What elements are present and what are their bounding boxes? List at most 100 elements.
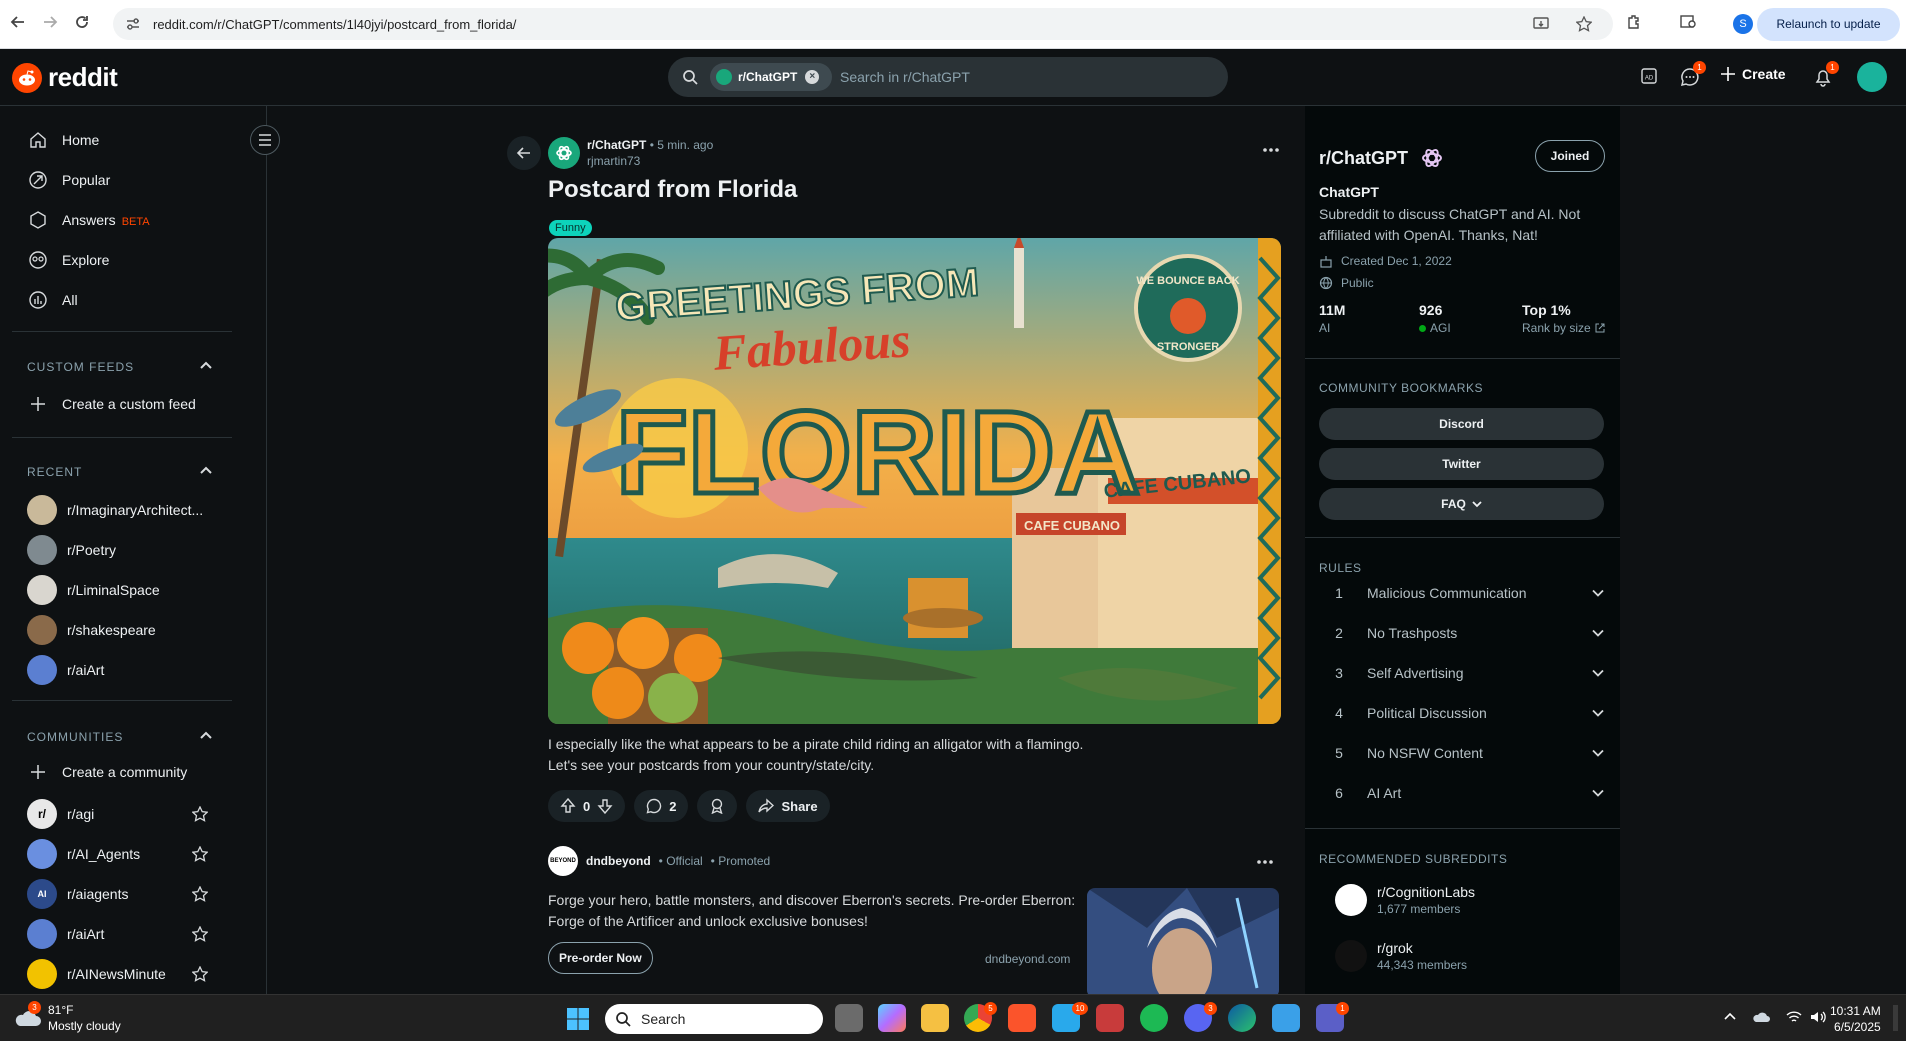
edge-icon[interactable] (1228, 1004, 1256, 1032)
recent-heading[interactable]: RECENT (27, 465, 82, 479)
more-options-icon[interactable] (1257, 860, 1273, 864)
rule-item[interactable]: 6 AI Art (1319, 773, 1604, 813)
preorder-button[interactable]: Pre-order Now (548, 942, 653, 974)
promoted-post-text[interactable]: Forge your hero, battle monsters, and di… (548, 890, 1078, 932)
community-title[interactable]: r/ChatGPT (1319, 148, 1408, 169)
comments-button[interactable]: 2 (634, 790, 689, 822)
show-desktop-button[interactable] (1893, 1005, 1898, 1031)
chevron-up-icon[interactable] (200, 730, 212, 740)
nav-home[interactable]: Home (28, 130, 99, 150)
favorite-star-icon[interactable] (192, 886, 208, 902)
media-app-icon[interactable] (1096, 1004, 1124, 1032)
relaunch-button[interactable]: Relaunch to update (1757, 8, 1900, 41)
file-explorer-icon[interactable] (921, 1004, 949, 1032)
more-options-icon[interactable] (1263, 148, 1279, 152)
recent-item[interactable]: r/ImaginaryArchitect... (27, 495, 203, 525)
search-bar[interactable]: r/ChatGPT × Search in r/ChatGPT (668, 57, 1228, 97)
user-avatar[interactable] (1857, 62, 1887, 92)
nav-popular[interactable]: Popular (28, 170, 110, 190)
share-button[interactable]: Share (746, 790, 830, 822)
recent-item[interactable]: r/LiminalSpace (27, 575, 160, 605)
taskbar-search[interactable]: Search (605, 1004, 823, 1034)
bookmark-discord-button[interactable]: Discord (1319, 408, 1604, 440)
recent-item[interactable]: r/shakespeare (27, 615, 156, 645)
nav-answers[interactable]: Answers BETA (28, 210, 150, 230)
volume-icon[interactable] (1810, 1010, 1826, 1024)
windows-start-icon[interactable] (566, 1007, 590, 1031)
nav-all[interactable]: All (28, 290, 78, 310)
wifi-icon[interactable] (1786, 1010, 1802, 1024)
create-button[interactable]: Create (1720, 66, 1786, 82)
advertiser-name[interactable]: dndbeyond (586, 854, 651, 868)
subreddit-avatar (27, 575, 57, 605)
rule-item[interactable]: 1 Malicious Communication (1319, 573, 1604, 613)
favorite-star-icon[interactable] (192, 966, 208, 982)
rule-item[interactable]: 2 No Trashposts (1319, 613, 1604, 653)
subreddit-avatar[interactable] (548, 137, 580, 169)
rule-item[interactable]: 5 No NSFW Content (1319, 733, 1604, 773)
post-image[interactable]: WE BOUNCE BACK STRONGER GREETINGS FROM F… (548, 238, 1281, 724)
chevron-up-icon[interactable] (1724, 1011, 1736, 1021)
copilot-icon[interactable] (878, 1004, 906, 1032)
rule-item[interactable]: 4 Political Discussion (1319, 693, 1604, 733)
recommended-subreddit[interactable]: r/CognitionLabs 1,677 members (1335, 884, 1475, 916)
advertiser-logo[interactable]: BEYOND (548, 846, 578, 876)
official-label: • Official (658, 854, 703, 868)
recent-item[interactable]: r/aiArt (27, 655, 104, 685)
brave-icon[interactable] (1008, 1004, 1036, 1032)
forward-arrow-icon[interactable] (42, 14, 58, 30)
award-button[interactable] (697, 790, 738, 822)
site-info-icon[interactable] (125, 17, 141, 31)
chevron-up-icon[interactable] (200, 360, 212, 370)
post-flair[interactable]: Funny (549, 220, 592, 236)
chevron-down-icon (1592, 589, 1604, 597)
community-item[interactable]: r/AI_Agents (27, 839, 140, 869)
favorite-star-icon[interactable] (192, 926, 208, 942)
bookmark-faq-button[interactable]: FAQ (1319, 488, 1604, 520)
stat-rank[interactable]: Top 1% Rank by size (1522, 302, 1605, 335)
tab-search-icon[interactable] (1680, 14, 1698, 30)
downvote-icon[interactable] (597, 798, 613, 814)
upvote-icon[interactable] (560, 798, 576, 814)
reload-icon[interactable] (74, 14, 90, 30)
profile-avatar[interactable]: S (1733, 14, 1753, 34)
chevron-up-icon[interactable] (200, 465, 212, 475)
back-button[interactable] (507, 136, 541, 170)
create-custom-feed[interactable]: Create a custom feed (28, 394, 196, 414)
rule-item[interactable]: 3 Self Advertising (1319, 653, 1604, 693)
collapse-sidebar-button[interactable] (250, 125, 280, 155)
community-item[interactable]: r/r/agi (27, 799, 94, 829)
joined-button[interactable]: Joined (1535, 140, 1605, 172)
nav-explore[interactable]: Explore (28, 250, 109, 270)
spotify-icon[interactable] (1140, 1004, 1168, 1032)
system-clock[interactable]: 10:31 AM 6/5/2025 (1830, 1003, 1881, 1035)
favorite-star-icon[interactable] (192, 806, 208, 822)
community-item[interactable]: r/AINewsMinute (27, 959, 166, 989)
recommended-subreddit[interactable]: r/grok 44,343 members (1335, 940, 1467, 972)
clear-scope-icon[interactable]: × (805, 70, 820, 84)
community-item[interactable]: r/aiArt (27, 919, 104, 949)
reddit-logo[interactable]: reddit (12, 62, 118, 93)
recent-item[interactable]: r/Poetry (27, 535, 116, 565)
address-bar[interactable]: reddit.com/r/ChatGPT/comments/1l40jyi/po… (113, 8, 1613, 40)
back-arrow-icon[interactable] (10, 14, 26, 30)
search-scope-chip[interactable]: r/ChatGPT × (710, 63, 832, 91)
post-subreddit-link[interactable]: r/ChatGPT (587, 138, 646, 152)
custom-feeds-heading[interactable]: CUSTOM FEEDS (27, 360, 134, 374)
bookmark-star-icon[interactable] (1576, 16, 1592, 32)
create-community[interactable]: Create a community (28, 762, 187, 782)
promo-domain[interactable]: dndbeyond.com (985, 952, 1070, 966)
favorite-star-icon[interactable] (192, 846, 208, 862)
extensions-icon[interactable] (1626, 14, 1642, 30)
bookmark-twitter-button[interactable]: Twitter (1319, 448, 1604, 480)
notepad-icon[interactable] (1272, 1004, 1300, 1032)
post-author[interactable]: rjmartin73 (587, 154, 640, 168)
community-item[interactable]: AI r/aiagents (27, 879, 128, 909)
task-view-icon[interactable] (835, 1004, 863, 1032)
promo-image[interactable] (1087, 888, 1279, 998)
install-app-icon[interactable] (1533, 16, 1549, 32)
weather-widget[interactable]: 3 81°F Mostly cloudy (12, 1001, 121, 1034)
communities-heading[interactable]: COMMUNITIES (27, 730, 123, 744)
onedrive-icon[interactable] (1752, 1010, 1770, 1024)
advertise-icon[interactable]: AD (1640, 67, 1658, 85)
